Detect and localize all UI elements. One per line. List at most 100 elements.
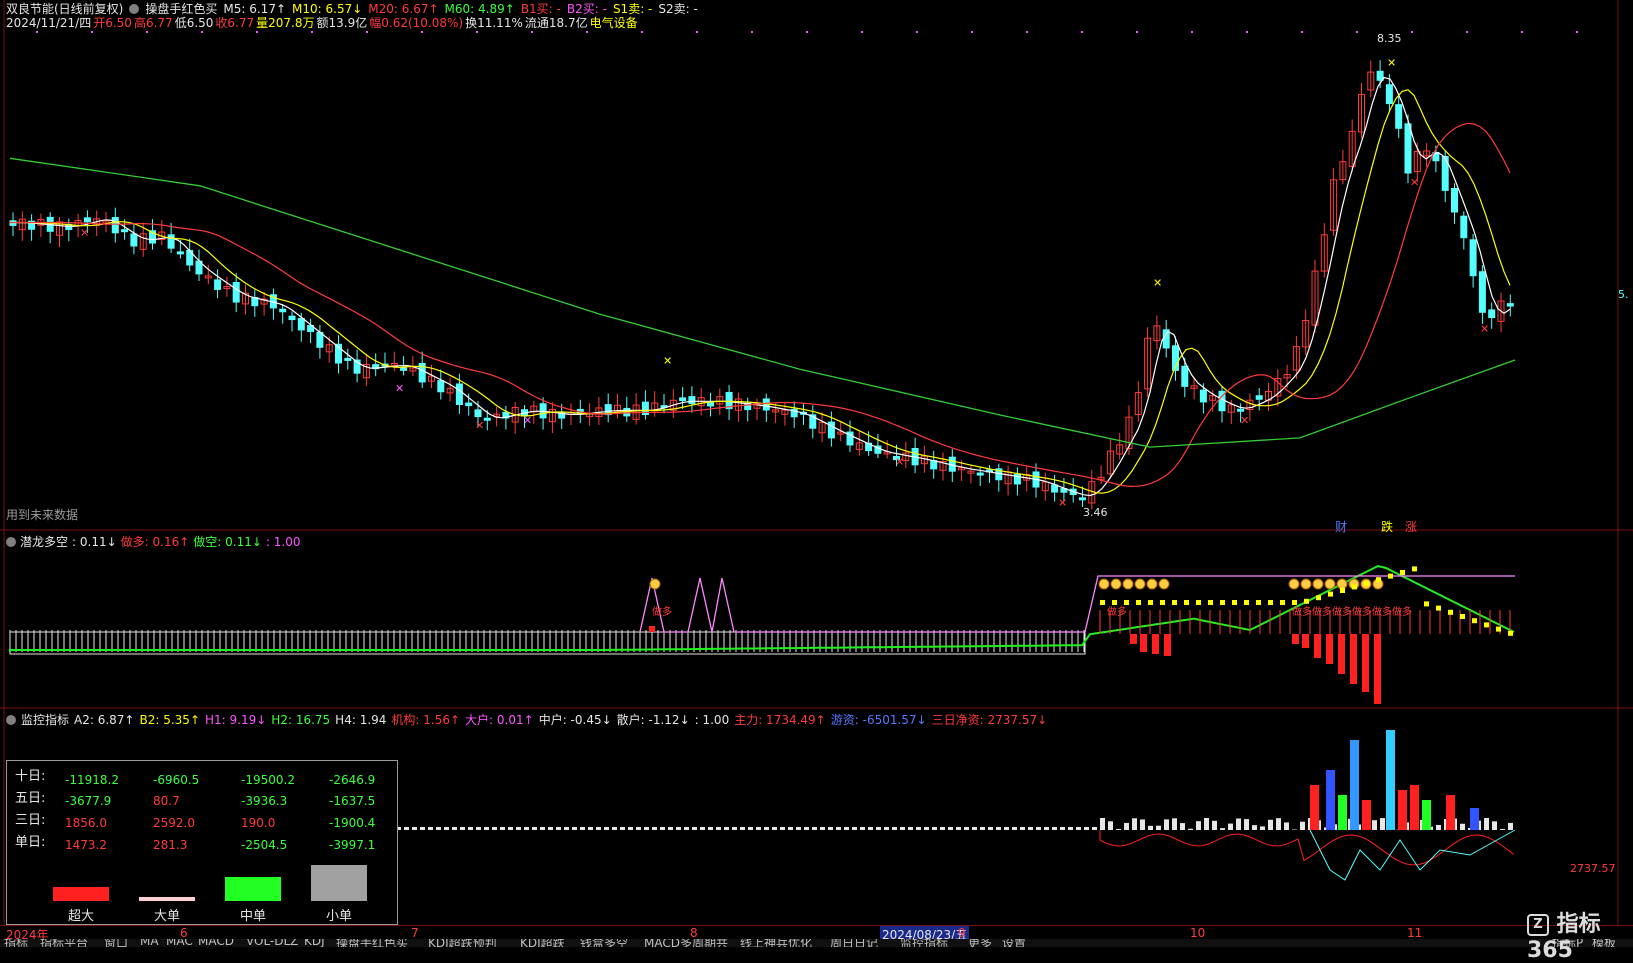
quote-volume: 量207.8万 [256,14,314,31]
tab-vol-dlz[interactable]: VOL-DLZ [246,939,298,947]
coin-icon [650,579,660,589]
panel2-red-bar [1140,634,1147,652]
sell-marker: ✕ [475,419,484,432]
buy-marker: ✕ [1387,57,1396,70]
panel3-small-bar [932,827,937,830]
tab-zhouri[interactable]: 周日日记 [830,939,878,947]
sell-marker: ✕ [1410,176,1419,189]
panel3-small-bar [532,827,537,830]
coin-icon [1159,579,1169,589]
panel3-small-bar [1052,827,1057,830]
panel3-tall-bar [1398,790,1407,830]
tab-settings[interactable]: 设置 [1002,939,1026,947]
top-dot-marker [1026,31,1028,33]
panel3-small-bar [1108,821,1113,830]
top-dot-marker [1576,31,1578,33]
tab-kdj[interactable]: KDJ [304,939,325,947]
panel3-b2: B2: 5.35↑ [140,713,201,727]
panel2-dot-icon[interactable] [6,537,16,547]
panel2-yellow-square [1460,614,1465,619]
panel3-small-bar [1140,819,1145,830]
panel3-small-bar [772,827,777,830]
tab-qianhe-duokong[interactable]: 钱盒多空 [580,939,628,947]
tab-mac[interactable]: MAC [166,939,193,947]
panel3-small-bar [492,827,497,830]
brand-logo: Z 指标365 [1527,906,1633,963]
panel3-small-bar [420,827,425,830]
cell-10d-3: -19500.2 [241,773,295,787]
tab-xianshang[interactable]: 线上神兵优化 [740,939,812,947]
candle-body [112,218,118,233]
cell-5d-2: 80.7 [153,794,180,808]
panel3-small-bar [1068,827,1073,830]
top-dot-marker [806,31,808,33]
panel3-small-bar [428,827,433,830]
panel3-small-bar [468,827,473,830]
panel2-red-bar [1164,634,1171,656]
tab-macd-multi[interactable]: MACD多周期共 [644,939,728,947]
panel2-red-bar [1362,634,1369,692]
candle-body [1182,366,1188,386]
panel3-small-bar [844,827,849,830]
tab-window[interactable]: 窗口 [104,939,128,947]
panel3-dot-icon[interactable] [6,715,16,725]
panel3-small-bar [1060,827,1065,830]
panel3-small-bar [748,827,753,830]
panel3-small-bar [1076,827,1081,830]
panel2-red-bar [1326,634,1333,664]
panel3-right-value: 2737.57 [1570,862,1616,875]
tab-ma[interactable]: MA [140,939,159,947]
candle-body [1507,304,1513,306]
panel3-title[interactable]: 监控指标 [21,711,69,728]
panel3-small-bar [1124,823,1129,830]
panel3-small-bar [588,827,593,830]
row-label-10d: 十日: [15,765,45,784]
tab-jiankong[interactable]: 监控指标 [900,939,948,947]
panel2-title[interactable]: 潜龙多空 [20,533,68,550]
row-label-5d: 五日: [15,787,45,806]
tag-die: 跌 [1381,518,1393,535]
panel3-small-bar [1196,821,1201,830]
panel2-yellow-square [1496,627,1501,632]
tab-kdj-chaodie[interactable]: KDJ超跌 [520,939,565,947]
quote-date: 2024/11/21/四 [6,14,91,31]
tab-zhibiao-pingtai[interactable]: 指标平台 [40,939,88,947]
panel3-small-bar [612,827,617,830]
quote-row: 2024/11/21/四 开6.50 高6.77 低6.50 收6.77 量20… [6,14,638,31]
panel3-tall-bar [1362,800,1371,830]
panel3-small-bar [924,827,929,830]
tab-macd[interactable]: MACD [198,939,234,947]
panel3-small-bar [556,827,561,830]
candle-body [280,309,286,312]
top-dot-marker [1521,31,1523,33]
panel3-small-bar [452,827,457,830]
panel3-small-bar [1204,818,1209,830]
candle-body [1452,188,1458,212]
panel2-yellow-square [1184,600,1189,605]
panel2-red-bar [1350,634,1357,684]
panel3-small-bar [852,827,857,830]
tab-kdj-chaodie-yupan[interactable]: KDJ超跌预判 [428,939,497,947]
panel3-zhonghu: 中户: -0.45↓ [539,711,612,728]
panel3-tall-bar [1386,730,1395,830]
legend-super-large: 超大 [53,905,109,924]
panel3-small-bar [1044,827,1049,830]
panel2-yellow-square [1256,600,1261,605]
tab-more[interactable]: 更多 [968,939,992,947]
panel2-red-bar [1130,634,1137,644]
panel2-marker-label-2: 做多 [1107,603,1127,618]
coin-icon [1325,579,1335,589]
time-label-11: 11 [1407,926,1422,940]
quote-sector[interactable]: 电气设备 [590,14,638,31]
coin-icon [1289,579,1299,589]
panel2-red-bar [1338,634,1345,674]
panel3-h1: H1: 9.19↓ [205,713,266,727]
tab-caopanshou[interactable]: 操盘手红色买 [336,939,408,947]
panel3-small-bar [900,827,905,830]
panel3-small-bar [1276,818,1281,830]
tab-zhibiao[interactable]: 指标 [4,939,28,947]
panel3-small-bar [1188,829,1193,830]
top-dot-marker [201,31,203,33]
panel3-youzi: 游资: -6501.57↓ [831,711,927,728]
settings-dot-icon[interactable] [129,4,139,14]
